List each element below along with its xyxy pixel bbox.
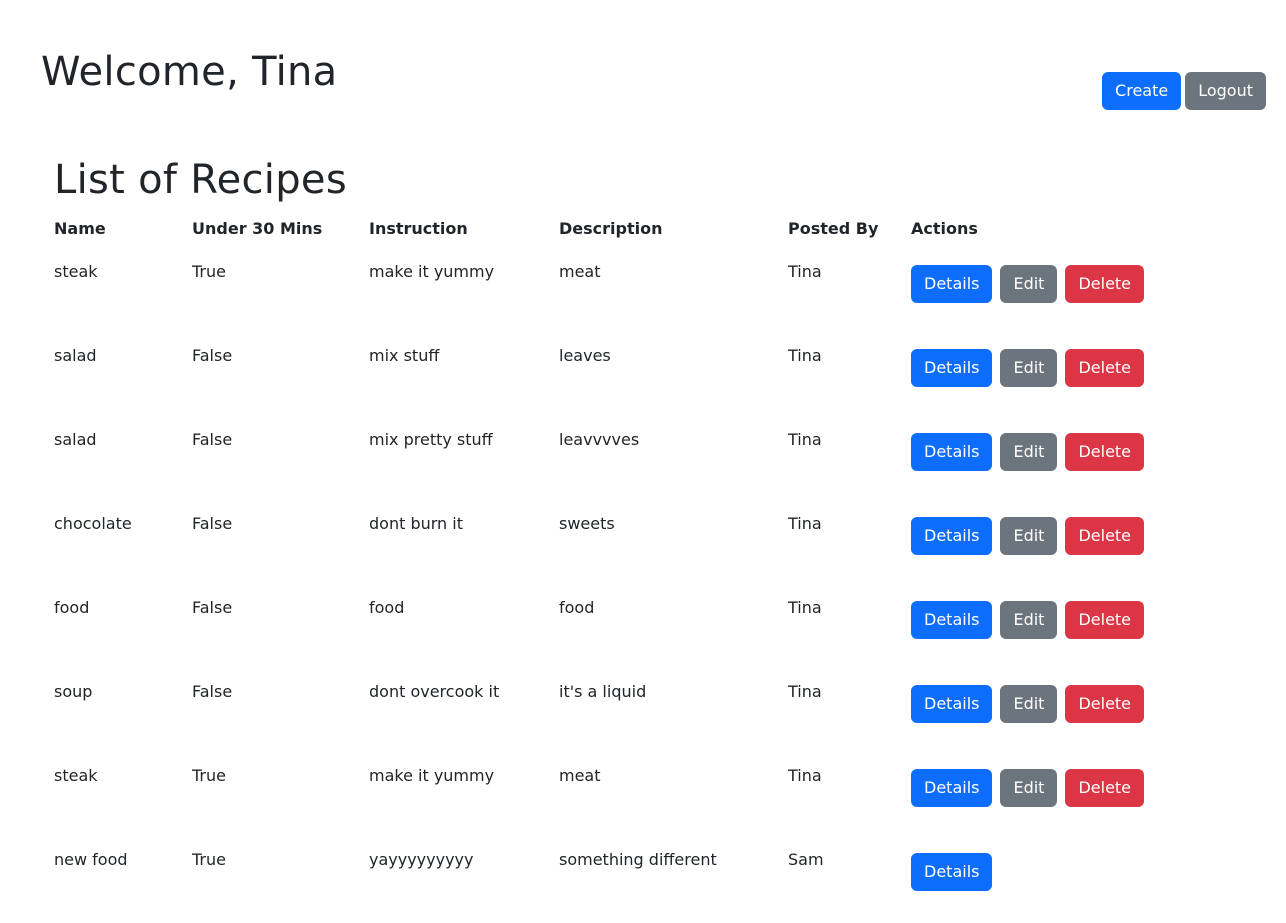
instruction-cell: make it yummy (369, 766, 495, 785)
table-row: salad False mix stuff leaves Tina Details Edit… (54, 328, 1171, 412)
recipe-name-cell: salad (54, 346, 97, 365)
row-actions: Details Edit Delete (911, 433, 1171, 471)
posted-by-cell: Tina (788, 430, 822, 449)
under-30-cell: True (192, 850, 226, 869)
recipe-name-cell: salad (54, 430, 97, 449)
under-30-cell: False (192, 514, 233, 533)
row-actions: Details Edit Delete (911, 769, 1171, 807)
actions-cell: Details Edit Delete (911, 748, 1171, 832)
instruction-cell: yayyyyyyyyy (369, 850, 474, 869)
under-30-cell: True (192, 766, 226, 785)
instruction-cell: dont overcook it (369, 682, 500, 701)
table-row: new food True yayyyyyyyyy something differe… (54, 832, 1171, 916)
delete-button[interactable]: Delete (1065, 349, 1145, 387)
instruction-cell: food (369, 598, 405, 617)
list-title: List of Recipes (54, 157, 347, 203)
under-30-cell: False (192, 346, 233, 365)
description-cell: leaves (559, 346, 611, 365)
create-button[interactable]: Create (1102, 72, 1182, 110)
edit-button[interactable]: Edit (1000, 769, 1058, 807)
delete-button[interactable]: Delete (1065, 769, 1145, 807)
details-button[interactable]: Details (911, 349, 993, 387)
delete-button[interactable]: Delete (1065, 433, 1145, 471)
under-30-cell: False (192, 598, 233, 617)
recipe-name-cell: steak (54, 262, 98, 281)
under-30-cell: True (192, 262, 226, 281)
column-header-instruction: Instruction (369, 218, 468, 238)
table-row: salad False mix pretty stuff leavvvves Tina D… (54, 412, 1171, 496)
recipe-name-cell: soup (54, 682, 93, 701)
instruction-cell: mix stuff (369, 346, 440, 365)
description-cell: meat (559, 262, 601, 281)
table-row: chocolate False dont burn it sweets Tina Deta… (54, 496, 1171, 580)
instruction-cell: make it yummy (369, 262, 495, 281)
actions-cell: Details Edit Delete (911, 412, 1171, 496)
row-actions: Details (911, 853, 1171, 891)
table-row: food False food food Tina Details Edit Delete (54, 580, 1171, 664)
table-row: steak True make it yummy meat Tina Details Edi… (54, 244, 1171, 328)
logout-button[interactable]: Logout (1185, 72, 1266, 110)
under-30-cell: False (192, 682, 233, 701)
details-button[interactable]: Details (911, 769, 993, 807)
details-button[interactable]: Details (911, 265, 993, 303)
table-header-row: Name Under 30 Mins Instruction Descripti… (54, 212, 1171, 244)
recipe-name-cell: food (54, 598, 90, 617)
posted-by-cell: Tina (788, 682, 822, 701)
column-header-actions: Actions (911, 218, 978, 238)
details-button[interactable]: Details (911, 517, 993, 555)
column-header-description: Description (559, 218, 663, 238)
description-cell: food (559, 598, 595, 617)
delete-button[interactable]: Delete (1065, 685, 1145, 723)
posted-by-cell: Tina (788, 262, 822, 281)
edit-button[interactable]: Edit (1000, 601, 1058, 639)
details-button[interactable]: Details (911, 853, 993, 891)
delete-button[interactable]: Delete (1065, 265, 1145, 303)
actions-cell: Details Edit Delete (911, 328, 1171, 412)
edit-button[interactable]: Edit (1000, 517, 1058, 555)
instruction-cell: mix pretty stuff (369, 430, 493, 449)
edit-button[interactable]: Edit (1000, 685, 1058, 723)
row-actions: Details Edit Delete (911, 349, 1171, 387)
edit-button[interactable]: Edit (1000, 349, 1058, 387)
under-30-cell: False (192, 430, 233, 449)
description-cell: something different (559, 850, 717, 869)
recipes-table: Name Under 30 Mins Instruction Descripti… (54, 212, 1171, 916)
actions-cell: Details (911, 832, 1171, 916)
recipe-name-cell: new food (54, 850, 128, 869)
recipe-name-cell: chocolate (54, 514, 132, 533)
actions-cell: Details Edit Delete (911, 496, 1171, 580)
instruction-cell: dont burn it (369, 514, 463, 533)
table-row: steak True make it yummy meat Tina Details Edi… (54, 748, 1171, 832)
description-cell: leavvvves (559, 430, 640, 449)
details-button[interactable]: Details (911, 685, 993, 723)
description-cell: sweets (559, 514, 615, 533)
actions-cell: Details Edit Delete (911, 244, 1171, 328)
description-cell: meat (559, 766, 601, 785)
details-button[interactable]: Details (911, 433, 993, 471)
column-header-under-30: Under 30 Mins (192, 218, 323, 238)
column-header-posted-by: Posted By (788, 218, 879, 238)
description-cell: it's a liquid (559, 682, 647, 701)
edit-button[interactable]: Edit (1000, 265, 1058, 303)
actions-cell: Details Edit Delete (911, 664, 1171, 748)
column-header-name: Name (54, 218, 106, 238)
details-button[interactable]: Details (911, 601, 993, 639)
table-row: soup False dont overcook it it's a liquid Ti… (54, 664, 1171, 748)
recipe-name-cell: steak (54, 766, 98, 785)
posted-by-cell: Tina (788, 514, 822, 533)
posted-by-cell: Tina (788, 598, 822, 617)
row-actions: Details Edit Delete (911, 265, 1171, 303)
delete-button[interactable]: Delete (1065, 517, 1145, 555)
row-actions: Details Edit Delete (911, 517, 1171, 555)
header-actions: Create Logout (1102, 72, 1266, 110)
edit-button[interactable]: Edit (1000, 433, 1058, 471)
delete-button[interactable]: Delete (1065, 601, 1145, 639)
posted-by-cell: Tina (788, 346, 822, 365)
welcome-heading: Welcome, Tina (41, 49, 338, 95)
row-actions: Details Edit Delete (911, 601, 1171, 639)
posted-by-cell: Tina (788, 766, 822, 785)
posted-by-cell: Sam (788, 850, 824, 869)
row-actions: Details Edit Delete (911, 685, 1171, 723)
actions-cell: Details Edit Delete (911, 580, 1171, 664)
